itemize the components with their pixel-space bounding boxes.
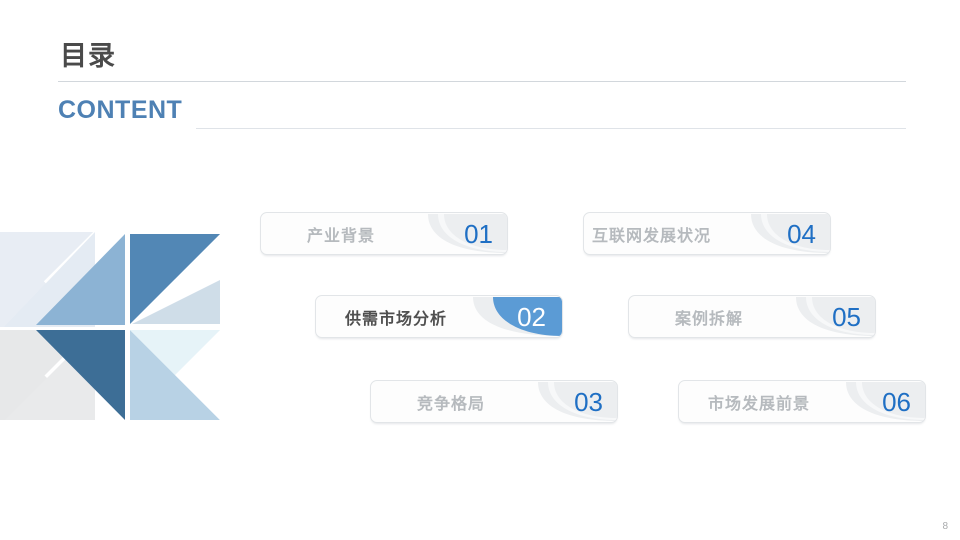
page-number: 8 — [942, 521, 948, 532]
toc-label: 产业背景 — [306, 227, 375, 245]
toc-card-01[interactable]: 产业背景 01 — [260, 212, 508, 255]
toc-number: 05 — [832, 301, 861, 332]
toc-card-02[interactable]: 供需市场分析 02 — [315, 295, 563, 338]
toc-number: 03 — [574, 386, 603, 417]
toc-number: 06 — [882, 386, 911, 417]
toc-card-04[interactable]: 互联网发展状况 04 — [583, 212, 831, 255]
toc-label: 供需市场分析 — [344, 310, 447, 328]
toc-card-05[interactable]: 案例拆解 05 — [628, 295, 876, 338]
toc-label: 互联网发展状况 — [592, 227, 712, 245]
toc-number: 01 — [464, 218, 493, 249]
toc-card-03[interactable]: 竞争格局 03 — [370, 380, 618, 423]
toc-card-06[interactable]: 市场发展前景 06 — [678, 380, 926, 423]
toc-label: 市场发展前景 — [707, 395, 810, 413]
toc-label: 案例拆解 — [674, 310, 743, 328]
slide-canvas: 目录 CONTENT 产业背景 01 供需市场分析 02 竞争格局 03 互联网… — [0, 0, 960, 540]
toc-number: 02 — [517, 301, 546, 332]
toc-card-list: 产业背景 01 供需市场分析 02 竞争格局 03 互联网发展状况 04 案例拆… — [0, 0, 960, 540]
toc-number: 04 — [787, 218, 816, 249]
toc-label: 竞争格局 — [416, 395, 485, 413]
